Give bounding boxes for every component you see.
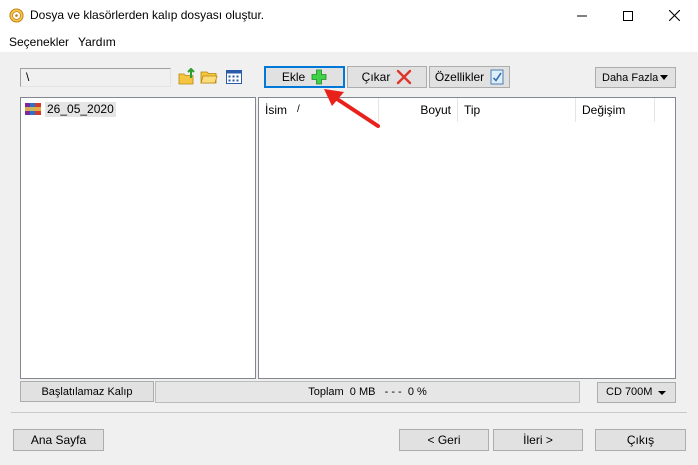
close-button[interactable] [651,0,697,31]
archive-file-icon [25,103,41,115]
column-header-modified[interactable]: Değişim [576,98,655,122]
delete-x-icon [397,69,412,85]
column-header-size[interactable]: Boyut [379,98,458,122]
up-folder-icon[interactable] [177,68,195,86]
back-button[interactable]: < Geri [399,429,489,451]
view-details-icon[interactable] [225,68,243,86]
plus-icon [311,69,327,85]
add-button-label: Ekle [281,70,306,84]
total-progress-bar: Toplam 0 MB - - - 0 % [155,381,580,403]
more-dropdown-label: Daha Fazla [602,71,659,84]
properties-button[interactable]: Özellikler [429,66,510,88]
title-bar: Dosya ve klasörlerden kalıp dosyası oluş… [0,0,698,32]
column-header-type[interactable]: Tip [458,98,576,122]
tree-item-label: 26_05_2020 [45,101,116,117]
home-button[interactable]: Ana Sayfa [13,429,104,451]
path-field[interactable]: \ [20,68,171,87]
maximize-icon [623,10,633,21]
sort-indicator-icon: / [297,104,300,115]
divider [11,412,687,413]
more-dropdown[interactable]: Daha Fazla [595,67,676,88]
properties-button-label: Özellikler [434,70,485,84]
column-header-name[interactable]: İsim / [259,98,379,122]
open-folder-icon[interactable] [200,68,218,86]
tree-item[interactable]: 26_05_2020 [25,101,116,117]
remove-button-label: Çıkar [361,70,391,84]
add-button[interactable]: Ekle [264,66,345,88]
next-button[interactable]: İleri > [493,429,583,451]
file-list-panel[interactable]: İsim / Boyut Tip Değişim [258,97,676,379]
column-header-name-label: İsim [265,103,287,117]
properties-icon [490,69,504,85]
folder-tree-panel[interactable]: 26_05_2020 [20,97,256,379]
menu-help[interactable]: Yardım [78,35,116,49]
menu-bar: Seçenekler Yardım [0,32,698,52]
minimize-icon [577,15,587,16]
maximize-button[interactable] [605,0,651,31]
remove-button[interactable]: Çıkar [347,66,427,88]
window-title: Dosya ve klasörlerden kalıp dosyası oluş… [30,8,265,22]
minimize-button[interactable] [559,0,605,31]
disc-app-icon [9,8,24,23]
media-size-select[interactable]: CD 700M [597,382,676,403]
menu-options[interactable]: Seçenekler [9,35,69,49]
dropdown-arrow-icon [658,391,666,395]
media-size-value: CD 700M [606,386,653,398]
exit-button[interactable]: Çıkış [595,429,686,451]
close-icon [668,10,680,21]
boot-image-button[interactable]: Başlatılamaz Kalıp [20,381,154,402]
dropdown-arrow-icon [660,75,668,80]
